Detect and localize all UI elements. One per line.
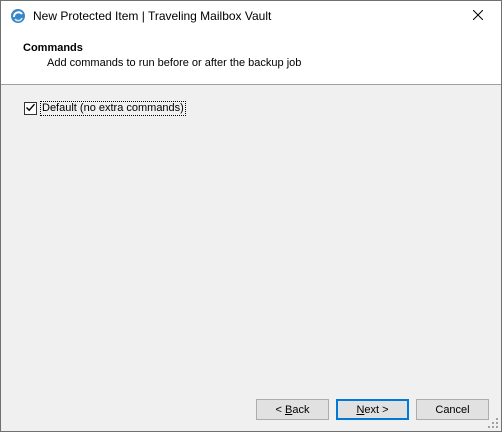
- dialog-window: New Protected Item | Traveling Mailbox V…: [0, 0, 502, 432]
- default-commands-checkbox[interactable]: [24, 102, 37, 115]
- back-button[interactable]: < Back: [256, 399, 329, 420]
- page-header: Commands Add commands to run before or a…: [1, 31, 501, 85]
- close-button[interactable]: [455, 1, 501, 31]
- checkmark-icon: [25, 102, 36, 116]
- back-button-prefix: <: [275, 403, 285, 416]
- app-logo-icon: [10, 8, 26, 24]
- button-bar: < Back Next > Cancel: [1, 386, 501, 431]
- title-bar[interactable]: New Protected Item | Traveling Mailbox V…: [1, 1, 501, 31]
- window-title: New Protected Item | Traveling Mailbox V…: [33, 9, 272, 23]
- close-icon: [472, 9, 484, 23]
- back-button-rest: ack: [292, 403, 310, 416]
- page-subtitle: Add commands to run before or after the …: [47, 57, 302, 69]
- next-button-rest: ext >: [364, 403, 389, 416]
- cancel-button[interactable]: Cancel: [416, 399, 489, 420]
- next-button[interactable]: Next >: [336, 399, 409, 420]
- default-commands-option[interactable]: Default (no extra commands): [24, 101, 186, 116]
- resize-grip-icon[interactable]: [487, 417, 499, 429]
- next-button-mnemonic: N: [356, 403, 365, 416]
- page-title: Commands: [23, 42, 83, 54]
- back-button-mnemonic: B: [285, 403, 293, 416]
- main-content: Default (no extra commands): [1, 86, 501, 386]
- default-commands-label[interactable]: Default (no extra commands): [40, 101, 186, 116]
